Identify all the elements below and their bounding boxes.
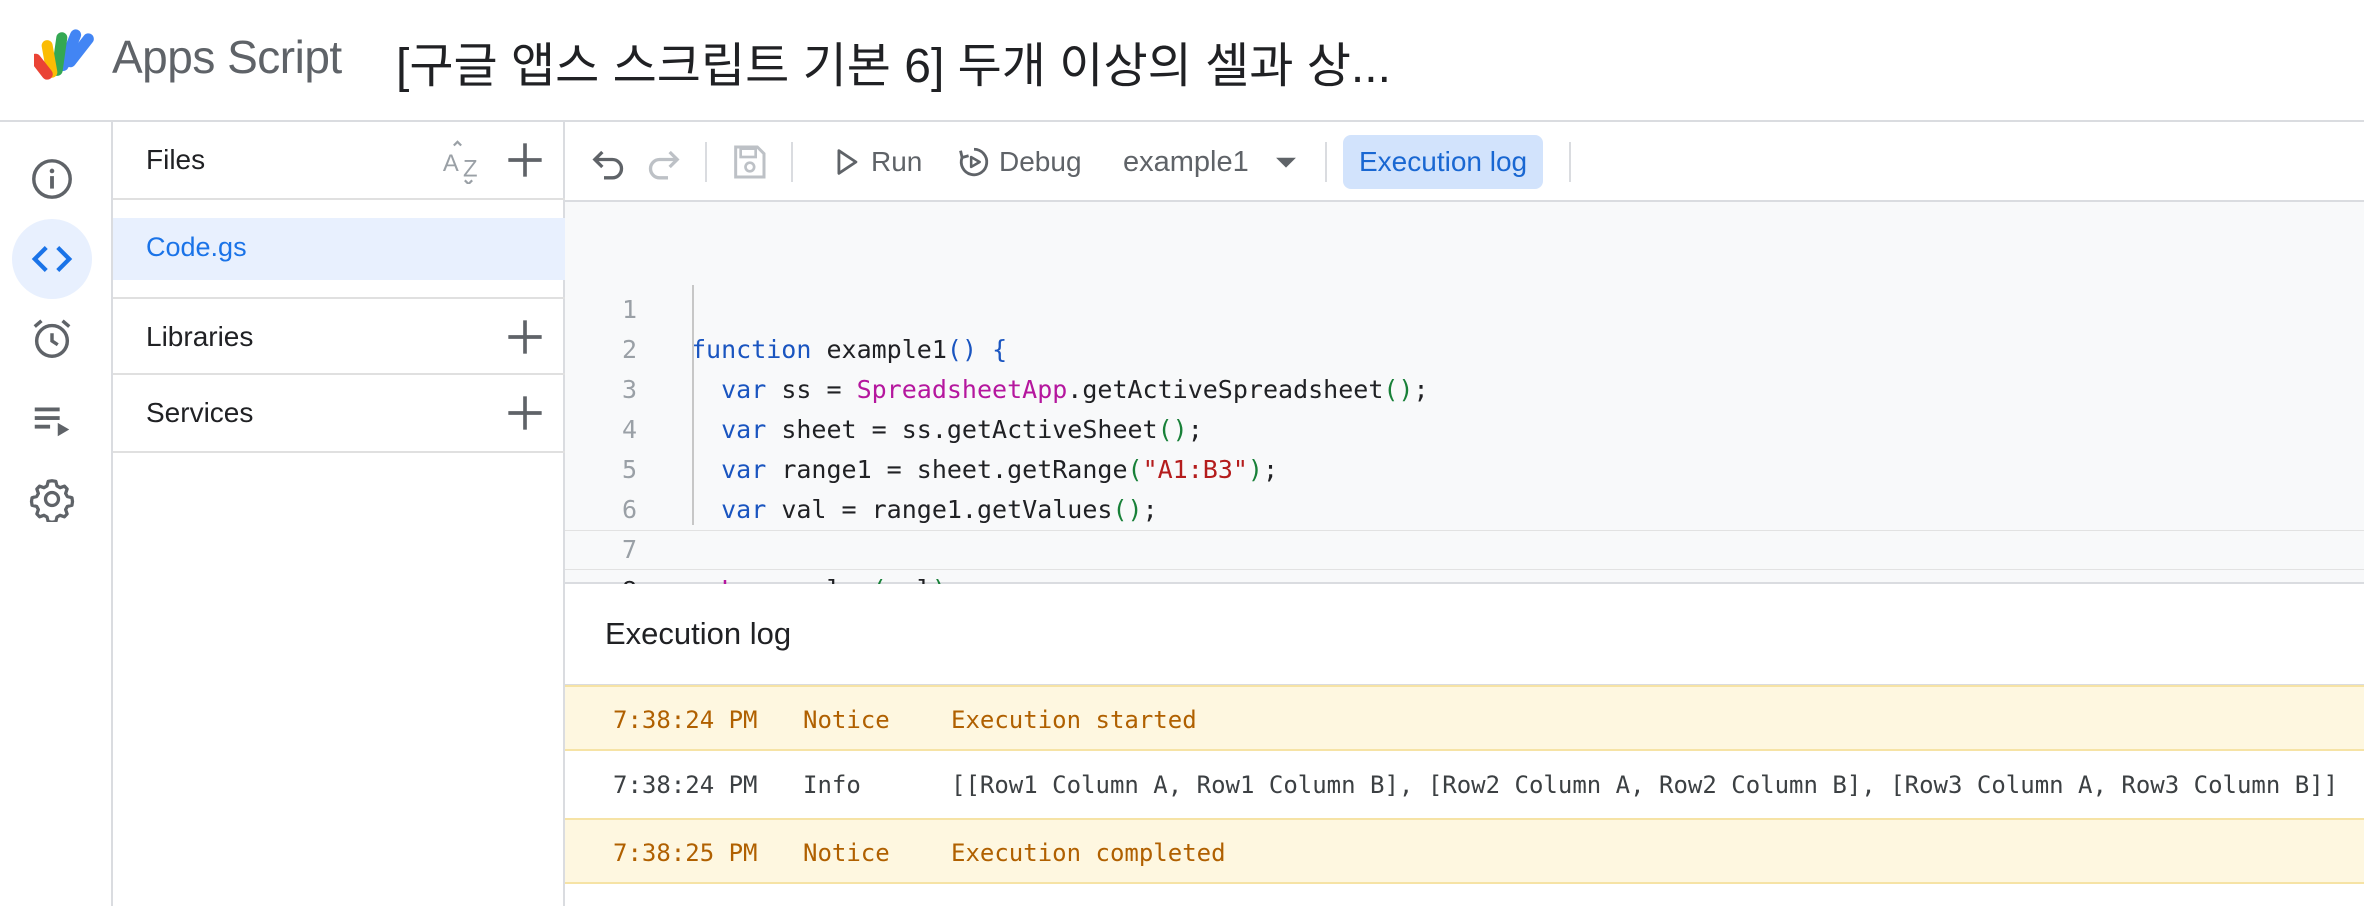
dropdown-arrow-icon [1275,157,1296,168]
add-service-icon[interactable] [505,393,545,433]
log-time: 7:38:24 PM [613,706,758,734]
code-editor[interactable]: 1 function example1() { 2 var ss = Sprea… [565,202,2364,645]
file-item-code-gs[interactable]: Code.gs [113,218,565,280]
settings-icon [29,479,75,522]
debug-button[interactable]: Debug [957,136,1082,188]
executions-button[interactable] [12,379,92,459]
code-line: 4 var range1 = sheet.getRange("A1:B3"); [565,370,2364,484]
overview-button[interactable] [12,139,92,219]
code-line: 1 function example1() { [565,250,2364,364]
editor-button[interactable] [12,219,92,299]
code-icon [31,246,73,272]
redo-icon[interactable] [643,142,683,182]
code-line: 3 var sheet = ss.getActiveSheet(); [565,330,2364,444]
sort-az-icon[interactable]: A Z [441,140,485,184]
execution-log-button[interactable]: Execution log [1343,135,1544,189]
code-line: 2 var ss = SpreadsheetApp.getActiveSprea… [565,290,2364,404]
file-name: Code.gs [146,232,247,262]
triggers-button[interactable] [12,299,92,379]
project-title[interactable]: [구글 앱스 스크립트 기본 6] 두개 이상의 셀과 상... [396,26,1391,96]
code-line: 5 var val = range1.getValues(); [565,410,2364,524]
function-select[interactable]: example1 [1123,136,1303,188]
log-message: Execution started [951,706,1197,734]
code-line: 6 [565,450,2364,524]
files-header: Files A Z [113,122,565,200]
alarm-icon [33,319,71,358]
log-level: Notice [803,839,890,867]
executions-icon [34,407,70,437]
files-label: Files [146,144,206,175]
play-icon [837,149,858,175]
save-icon[interactable] [729,142,769,182]
services-label: Services [146,397,254,428]
debug-icon [959,147,989,177]
files-panel: Files A Z Code.gs Libraries Services [113,122,565,906]
app-header: Apps Script [구글 앱스 스크립트 기본 6] 두개 이상의 셀과 … [0,0,2364,122]
toolbar-divider [705,142,707,182]
log-message: [[Row1 Column A, Row1 Column B], [Row2 C… [951,771,2339,799]
log-level: Notice [803,706,890,734]
execution-log-panel: Execution log 7:38:24 PM Notice Executio… [565,584,2364,906]
code-line: 7 Logger.log(val); [565,490,2364,604]
left-navigation-rail [0,122,113,906]
log-entry: 7:38:25 PM Notice Execution completed [565,818,2364,884]
toolbar-divider [791,142,793,182]
libraries-label: Libraries [146,321,254,352]
log-level: Info [803,771,861,799]
toolbar-divider [1325,142,1327,182]
log-entry: 7:38:24 PM Info [[Row1 Column A, Row1 Co… [565,752,2364,818]
info-icon [32,159,72,199]
run-label: Run [871,146,923,177]
add-library-icon[interactable] [505,317,545,357]
function-select-value: example1 [1123,145,1249,178]
apps-script-logo[interactable] [34,26,102,84]
code-line-current: 8 } [565,530,2364,645]
undo-icon[interactable] [589,142,629,182]
indent-guide [692,285,694,525]
editor-toolbar: Run Debug example1 Execution log [565,122,2364,202]
app-name: Apps Script [112,31,342,83]
svg-text:A: A [443,150,459,177]
project-settings-button[interactable] [12,459,92,539]
services-section: Services [113,375,565,453]
log-message: Execution completed [951,839,1226,867]
svg-text:Z: Z [463,156,478,183]
log-time: 7:38:25 PM [613,839,758,867]
log-entry: 7:38:24 PM Notice Execution started [565,685,2364,751]
debug-label: Debug [999,146,1082,177]
add-file-icon[interactable] [505,140,545,180]
execution-log-title: Execution log [605,616,792,651]
toolbar-divider [1569,142,1571,182]
libraries-section: Libraries [113,297,565,375]
run-button[interactable]: Run [829,136,922,188]
log-time: 7:38:24 PM [613,771,758,799]
